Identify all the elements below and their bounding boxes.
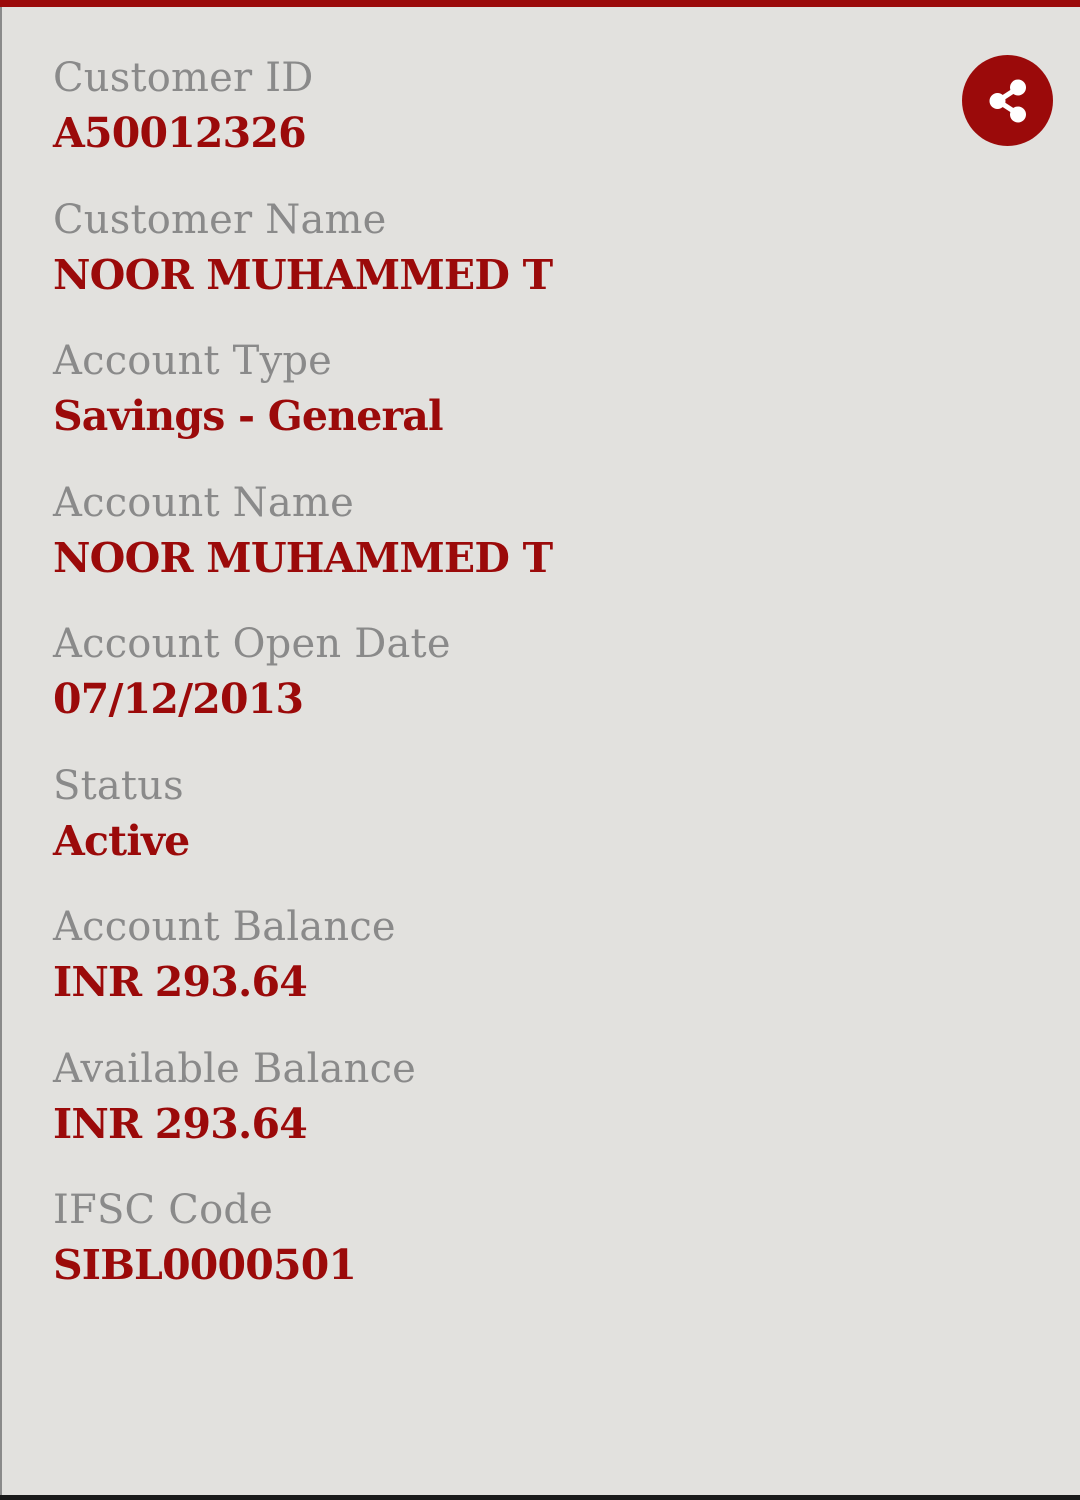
field-value: INR 293.64 [53,1099,308,1148]
field-label: Customer ID [53,55,314,101]
field-ifsc-code: IFSC Code SIBL0000501 [53,1184,933,1326]
field-customer-name: Customer Name NOOR MUHAMMED T [53,194,933,336]
left-border [0,7,2,1495]
field-value: NOOR MUHAMMED T [53,533,553,582]
field-value: A50012326 [53,109,307,157]
bottom-border [0,1495,1080,1500]
field-label: Account Open Date [53,621,451,667]
field-customer-id: Customer ID A50012326 [53,52,933,194]
field-label: Status [53,762,184,809]
field-account-name: Account Name NOOR MUHAMMED T [53,477,933,619]
field-value: NOOR MUHAMMED T [53,250,553,299]
field-value: SIBL0000501 [53,1241,357,1289]
share-button[interactable] [962,55,1053,146]
field-label: Customer Name [53,196,387,243]
field-value: Active [53,816,190,865]
field-label: Account Name [53,479,354,526]
field-value: 07/12/2013 [53,675,304,723]
field-label: Account Balance [53,904,396,950]
field-value: Savings - General [53,392,444,440]
field-label: Account Type [53,338,333,384]
field-account-balance: Account Balance INR 293.64 [53,901,933,1043]
field-account-type: Account Type Savings - General [53,335,933,477]
field-label: Available Balance [53,1045,417,1092]
field-label: IFSC Code [53,1187,274,1233]
field-account-open-date: Account Open Date 07/12/2013 [53,618,933,760]
share-icon [989,79,1026,122]
top-accent-bar [0,0,1080,7]
field-status: Status Active [53,760,933,902]
field-available-balance: Available Balance INR 293.64 [53,1043,933,1185]
field-value: INR 293.64 [53,958,308,1006]
account-details-list: Customer ID A50012326 Customer Name NOOR… [53,52,933,1326]
